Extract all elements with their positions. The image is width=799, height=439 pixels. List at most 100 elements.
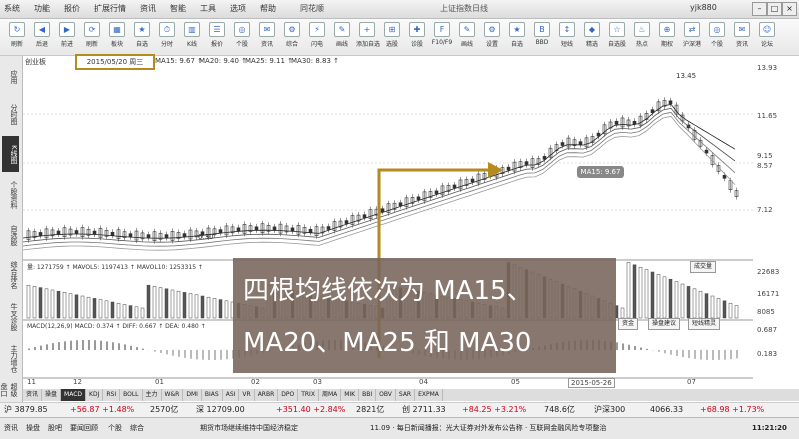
- indicator-tab[interactable]: W&R: [162, 389, 184, 401]
- menu-help[interactable]: 帮助: [260, 3, 276, 14]
- ltab-diagnosis[interactable]: 牛叉诊股: [2, 298, 19, 336]
- indicator-tab[interactable]: BIAS: [202, 389, 223, 401]
- toolbar-button[interactable]: ▶ 前进: [56, 21, 78, 53]
- status-tab[interactable]: 要闻回顾: [70, 418, 98, 438]
- toolbar-button[interactable]: ⚙ 设置: [481, 21, 503, 53]
- toolbar-button[interactable]: ◀ 后退: [31, 21, 53, 53]
- indicator-tab[interactable]: OBV: [376, 389, 396, 401]
- toolbar-button[interactable]: ✉ 资讯: [256, 21, 278, 53]
- user-name[interactable]: yjk880: [690, 3, 717, 12]
- toolbar-button[interactable]: ⊞ 选股: [381, 21, 403, 53]
- toolbar-button[interactable]: ⚡ 闪电: [306, 21, 328, 53]
- indicator-tab[interactable]: ARBR: [255, 389, 279, 401]
- indicator-tab[interactable]: VR: [239, 389, 255, 401]
- ltab-timeshare[interactable]: 分时图: [2, 96, 19, 132]
- price-tick: 11.65: [757, 112, 778, 120]
- ltab-apps[interactable]: 应用: [2, 60, 19, 94]
- toolbar-button[interactable]: ▦ 板块: [106, 21, 128, 53]
- toolbar-button[interactable]: ✉ 资讯: [731, 21, 753, 53]
- volume-bar: [176, 290, 181, 319]
- status-tab[interactable]: 股吧: [48, 418, 62, 438]
- status-tab[interactable]: 资讯: [4, 418, 18, 438]
- toolbar-button[interactable]: ⟳ 刷新: [81, 21, 103, 53]
- short-term-button[interactable]: 短线精灵: [688, 318, 721, 330]
- indicator-tab[interactable]: RSI: [103, 389, 121, 401]
- menu-bar: 系统 功能 报价 扩展行情 资讯 智能 工具 选项 帮助: [4, 3, 276, 14]
- menu-system[interactable]: 系统: [4, 3, 20, 14]
- toolbar-button[interactable]: ◆ 精选: [581, 21, 603, 53]
- toolbar-button[interactable]: ★ 自选: [131, 21, 153, 53]
- indicator-tab[interactable]: MACD: [61, 389, 87, 401]
- menu-function[interactable]: 功能: [34, 3, 50, 14]
- indicator-tab[interactable]: MIK: [341, 389, 360, 401]
- indicator-tab[interactable]: EXPMA: [415, 389, 443, 401]
- ltab-main-force[interactable]: 主力增仓: [2, 340, 19, 378]
- minimize-icon[interactable]: –: [752, 2, 767, 16]
- indicator-tab[interactable]: DMI: [183, 389, 202, 401]
- news-ticker[interactable]: 期货市场继续维持中国经济稳定: [200, 418, 298, 438]
- indicator-tab[interactable]: 资讯: [23, 389, 43, 401]
- toolbar-button[interactable]: ▥ K线: [181, 21, 203, 53]
- x-tick: 12: [73, 378, 82, 386]
- indicator-tab[interactable]: ASI: [223, 389, 240, 401]
- status-tab[interactable]: 综合: [130, 418, 144, 438]
- indicator-tab[interactable]: KDJ: [86, 389, 104, 401]
- ltab-watchlist[interactable]: 自选股: [2, 218, 19, 252]
- ltab-ranking[interactable]: 综合排名: [2, 256, 19, 294]
- toolbar-button[interactable]: ⚙ 综合: [281, 21, 303, 53]
- toolbar-icon: +: [359, 22, 375, 37]
- toolbar-button[interactable]: ✎ 画线: [456, 21, 478, 53]
- ltab-kline[interactable]: K线图: [2, 136, 19, 172]
- toolbar-button[interactable]: ↕ 短线: [556, 21, 578, 53]
- cy-index[interactable]: 创 2711.33: [402, 403, 446, 417]
- toolbar-icon: ⇄: [684, 22, 700, 37]
- volume-button[interactable]: 成交量: [690, 261, 717, 273]
- menu-news[interactable]: 资讯: [140, 3, 156, 14]
- menu-quote[interactable]: 报价: [64, 3, 80, 14]
- toolbar-button[interactable]: ◎ 个股: [706, 21, 728, 53]
- toolbar-button[interactable]: + 添加自选: [356, 21, 380, 53]
- menu-extended[interactable]: 扩展行情: [94, 3, 126, 14]
- indicator-tab[interactable]: TRIX: [298, 389, 319, 401]
- toolbar-button[interactable]: ⊕ 期权: [656, 21, 678, 53]
- toolbar-button[interactable]: ✎ 画线: [331, 21, 353, 53]
- ltab-super-panel[interactable]: 超级盘口: [0, 380, 19, 400]
- maximize-icon[interactable]: □: [767, 2, 782, 16]
- toolbar-icon: ⚡: [309, 22, 325, 37]
- toolbar-button[interactable]: ☆ 自选股: [606, 21, 628, 53]
- status-tab[interactable]: 操盘: [26, 418, 40, 438]
- indicator-tab[interactable]: 周MA: [319, 389, 342, 401]
- status-tab[interactable]: 个股: [108, 418, 122, 438]
- sz-index[interactable]: 深 12709.00: [196, 403, 245, 417]
- menu-tools[interactable]: 工具: [200, 3, 216, 14]
- indicator-tab[interactable]: 主力: [143, 389, 162, 401]
- toolbar-button[interactable]: F F10/F9: [431, 21, 453, 53]
- indicator-tab[interactable]: 操盘: [42, 389, 62, 401]
- toolbar-button[interactable]: ☺ 论坛: [756, 21, 778, 53]
- capital-button[interactable]: 资金: [618, 318, 639, 330]
- indicator-tab[interactable]: BOLL: [120, 389, 143, 401]
- toolbar-button[interactable]: B BBD: [531, 21, 553, 53]
- indicator-tab[interactable]: SAR: [396, 389, 416, 401]
- sh-index[interactable]: 沪 3879.85: [4, 403, 48, 417]
- toolbar-button[interactable]: ⏱ 分时: [156, 21, 178, 53]
- indicator-tab[interactable]: DPO: [278, 389, 299, 401]
- toolbar-icon: ▥: [184, 22, 200, 37]
- volume-info: 量: 1271759 ↑ MAVOL5: 1197413 ↑ MAVOL10: …: [27, 264, 203, 271]
- toolbar-button[interactable]: ⇄ 沪深港: [681, 21, 703, 53]
- cy-amount: 748.6亿: [544, 405, 575, 414]
- indicator-tab[interactable]: BBI: [359, 389, 377, 401]
- close-icon[interactable]: ×: [782, 2, 797, 16]
- advice-button[interactable]: 操盘建议: [648, 318, 681, 330]
- toolbar-button[interactable]: ♨ 热点: [631, 21, 653, 53]
- toolbar-button[interactable]: ◎ 个股: [231, 21, 253, 53]
- hs300-label[interactable]: 沪深300: [594, 403, 625, 417]
- toolbar-button[interactable]: ☰ 报价: [206, 21, 228, 53]
- toolbar-button[interactable]: ↻ 刷新: [6, 21, 28, 53]
- news-ticker-2[interactable]: 11.09 · 每日新闻播报：光大证券对外发布公告称 · 互联网金融风险专项整治: [370, 418, 606, 438]
- toolbar-button[interactable]: ★ 自选: [506, 21, 528, 53]
- menu-smart[interactable]: 智能: [170, 3, 186, 14]
- toolbar-button[interactable]: ✚ 诊股: [406, 21, 428, 53]
- menu-options[interactable]: 选项: [230, 3, 246, 14]
- ltab-profile[interactable]: 个股资料: [2, 176, 19, 214]
